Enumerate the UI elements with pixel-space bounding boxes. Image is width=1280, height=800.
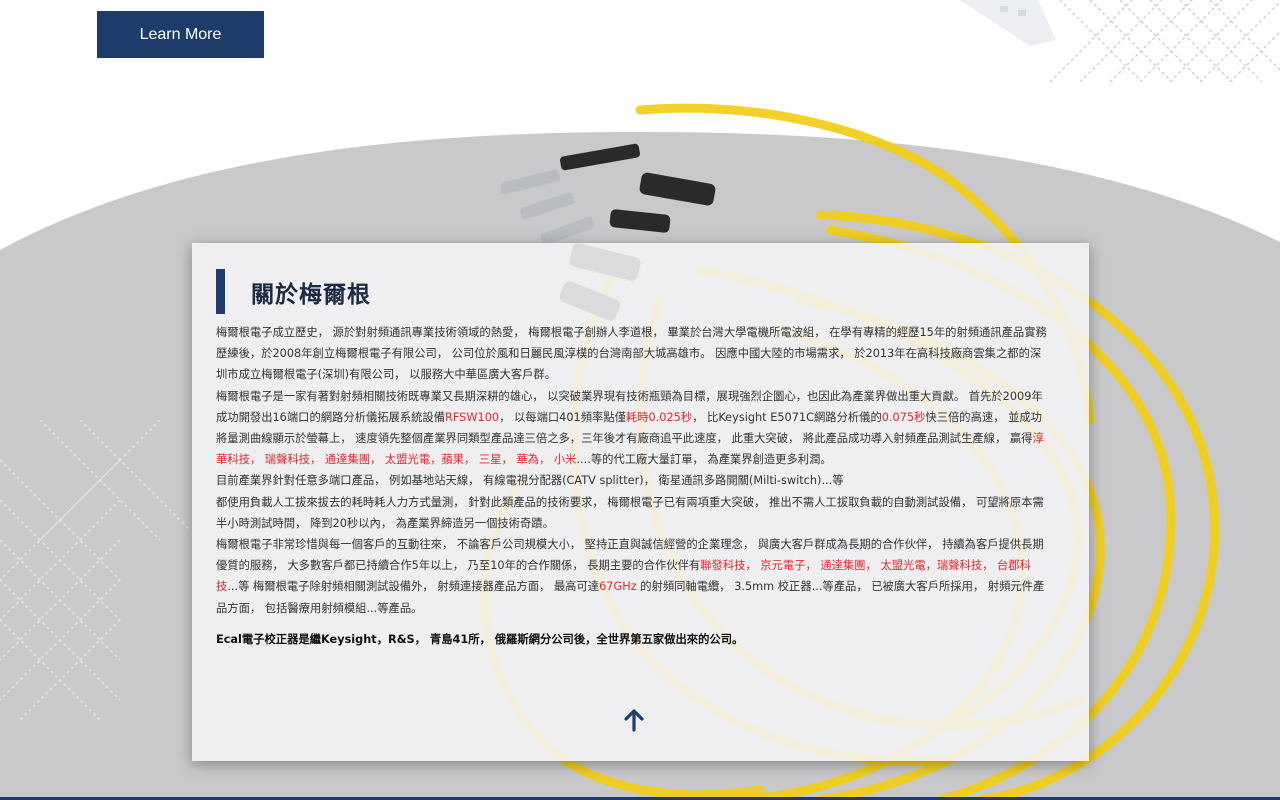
paragraph-text: ...等 梅爾根電子除射頻相關測試設備外， 射頻連接器產品方面， 最高可達 — [227, 580, 600, 594]
about-paragraph: 梅爾根電子非常珍惜與每一個客戶的互動往來， 不論客戶公司規模大小， 堅持正直與誠… — [216, 534, 1048, 619]
about-card: 關於梅爾根 梅爾根電子成立歷史， 源於對射頻通訊專業技術領域的熱愛， 梅爾根電子… — [192, 243, 1089, 761]
paragraph-text: 梅爾根電子成立歷史， 源於對射頻通訊專業技術領域的熱愛， 梅爾根電子創辦人李道根… — [216, 326, 1047, 382]
about-title: 關於梅爾根 — [251, 281, 371, 308]
about-paragraph: 目前產業界針對任意多端口產品， 例如基地站天線， 有線電視分配器(CATV sp… — [216, 470, 1048, 491]
about-paragraph: 梅爾根電子成立歷史， 源於對射頻通訊專業技術領域的熱愛， 梅爾根電子創辦人李道根… — [216, 322, 1048, 386]
learn-more-button[interactable]: Learn More — [97, 11, 264, 58]
paragraph-text: ， 比Keysight E5071C網路分析儀的 — [692, 410, 882, 424]
about-paragraph: 梅爾根電子是一家有著對射頻相關技術既專業又長期深耕的雄心， 以突破業界現有技術瓶… — [216, 386, 1048, 471]
title-accent-bar — [216, 269, 225, 314]
page: Learn More 關於梅爾根 梅爾根電子成立歷史， 源於對射頻通訊專業技術領… — [0, 0, 1280, 800]
about-body: 梅爾根電子成立歷史， 源於對射頻通訊專業技術領域的熱愛， 梅爾根電子創辦人李道根… — [216, 322, 1048, 650]
highlight-text: RFSW100 — [445, 410, 500, 424]
ecal-note: Ecal電子校正器是繼Keysight，R&S， 青島41所， 俄羅斯網分公司後… — [216, 632, 744, 646]
paragraph-text: ....等的代工廠大量訂單， 為產業界創造更多利潤。 — [576, 453, 832, 467]
paragraph-text: 目前產業界針對任意多端口產品， 例如基地站天線， 有線電視分配器(CATV sp… — [216, 474, 844, 488]
about-title-wrap: 關於梅爾根 — [216, 269, 371, 314]
highlight-text: 67GHz — [599, 580, 637, 594]
arrow-up-icon[interactable] — [621, 707, 647, 733]
highlight-text: 耗時0.025秒 — [625, 410, 693, 424]
paragraph-text: 都使用負載人工拔來拔去的耗時耗人力方式量測， 針對此類產品的技術要求， 梅爾根電… — [216, 495, 1044, 530]
highlight-text: 0.075秒 — [881, 410, 926, 424]
about-paragraph: 都使用負載人工拔來拔去的耗時耗人力方式量測， 針對此類產品的技術要求， 梅爾根電… — [216, 492, 1048, 534]
paragraph-text: ， 以每端口401頻率點僅 — [499, 410, 626, 424]
